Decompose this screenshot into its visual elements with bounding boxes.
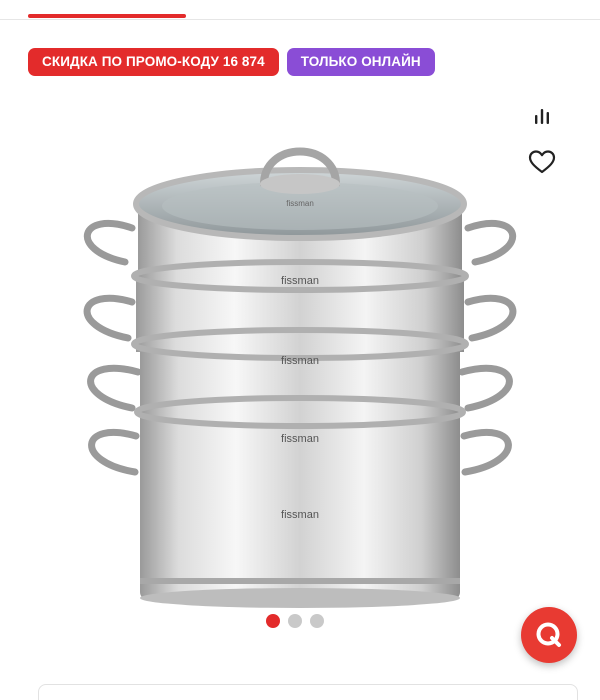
pot-brand-mark: fissman bbox=[281, 509, 319, 521]
chat-fab-button[interactable] bbox=[521, 607, 577, 663]
tier2-brand-mark: fissman bbox=[281, 355, 319, 367]
online-only-badge: ТОЛЬКО ОНЛАЙН bbox=[286, 48, 435, 76]
tier1-brand-mark: fissman bbox=[281, 275, 319, 287]
bottom-input-bar[interactable] bbox=[38, 684, 578, 700]
top-tab-bar bbox=[0, 0, 600, 20]
gallery-dot-3[interactable] bbox=[310, 614, 324, 628]
product-image-gallery[interactable]: fissman fissman fissman fissman fissman bbox=[40, 110, 560, 610]
product-badges: СКИДКА ПО ПРОМО-КОДУ 16 874 ТОЛЬКО ОНЛАЙ… bbox=[28, 48, 435, 76]
gallery-dot-2[interactable] bbox=[288, 614, 302, 628]
steamer-pot-image: fissman fissman fissman fissman fissman bbox=[83, 147, 517, 608]
chat-bubble-icon bbox=[536, 622, 561, 647]
tier3-brand-mark: fissman bbox=[281, 433, 319, 445]
lid-brand-mark: fissman bbox=[286, 199, 314, 208]
gallery-dot-1[interactable] bbox=[266, 614, 280, 628]
promo-code-badge: СКИДКА ПО ПРОМО-КОДУ 16 874 bbox=[28, 48, 279, 76]
active-tab-indicator bbox=[28, 14, 186, 18]
gallery-pagination bbox=[266, 614, 324, 628]
